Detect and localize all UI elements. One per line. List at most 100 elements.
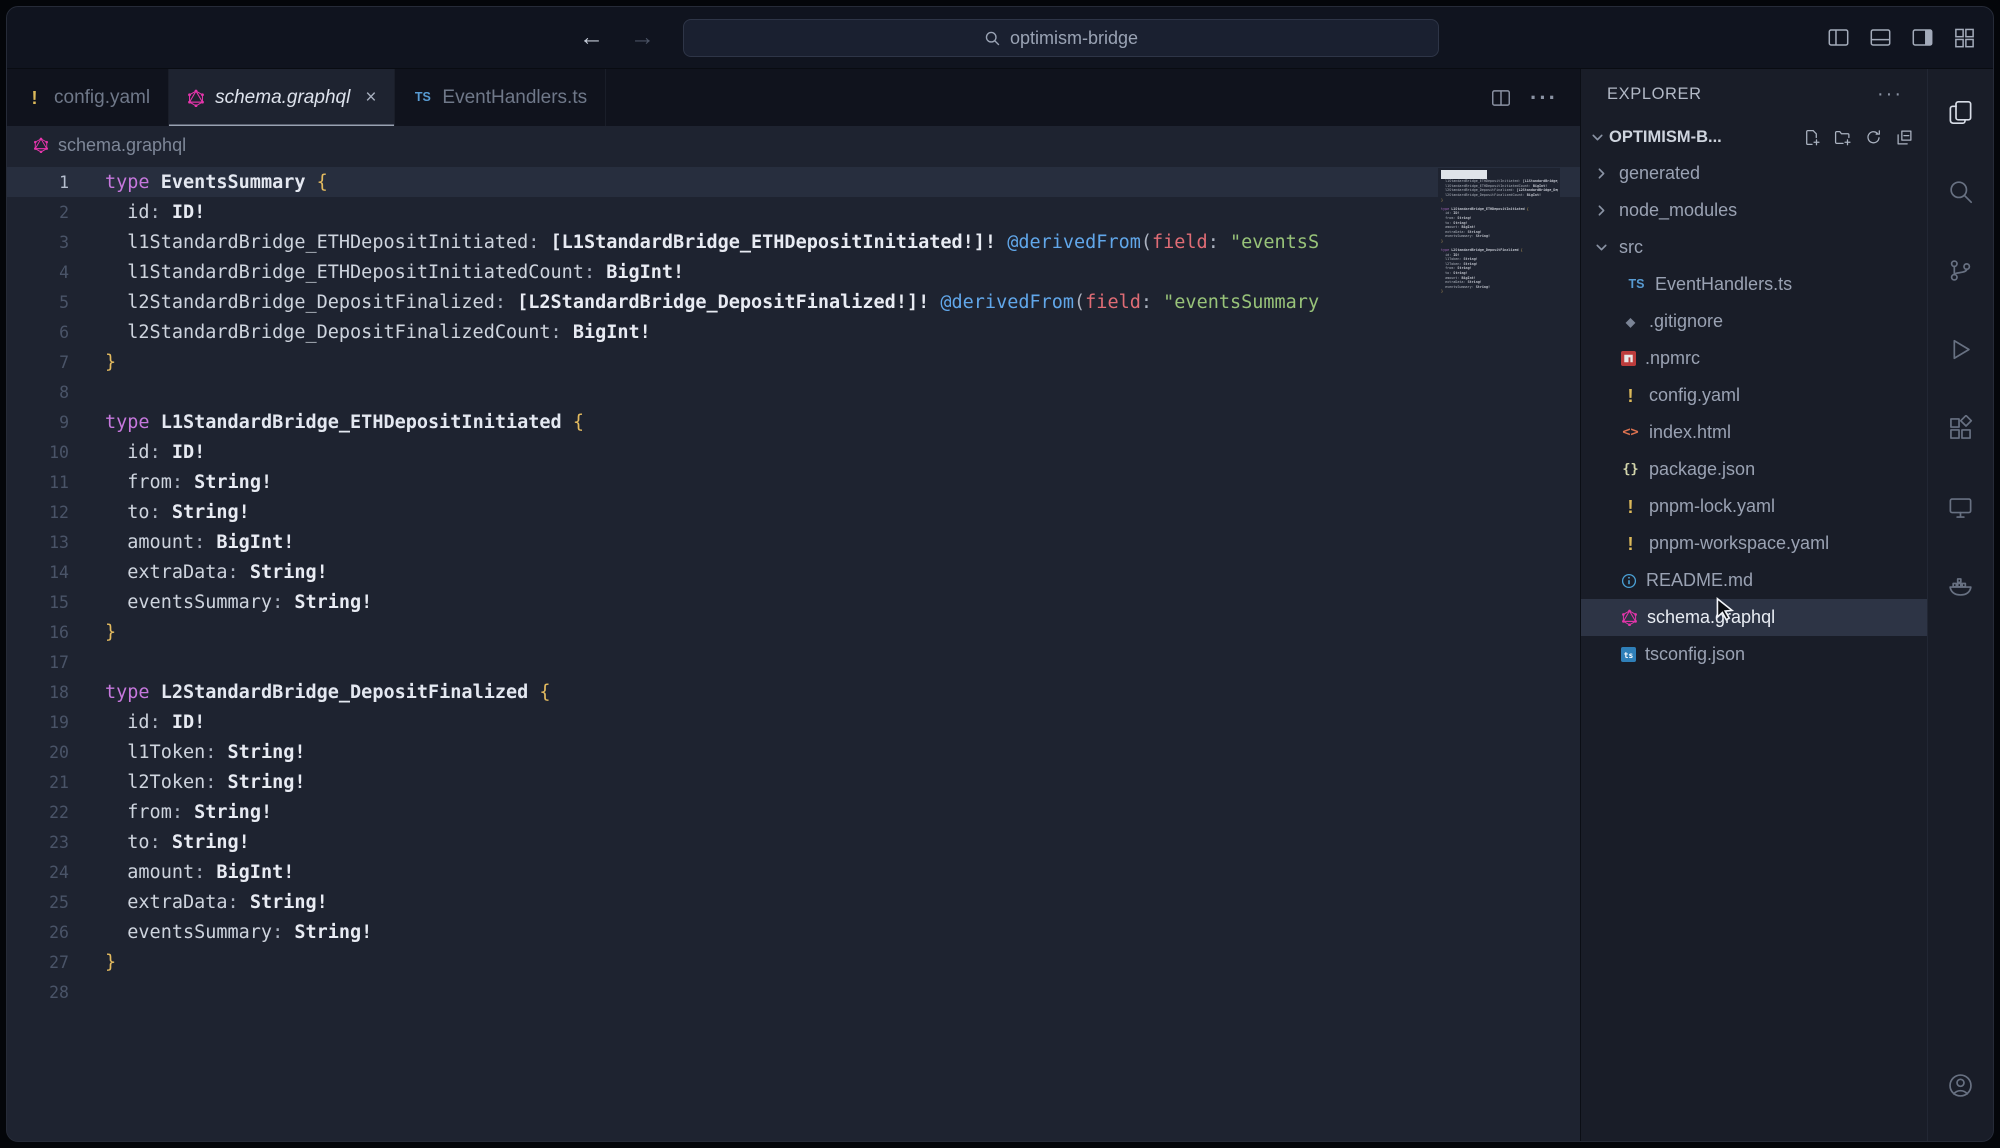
explorer-item-node_modules[interactable]: node_modules <box>1581 192 1927 229</box>
code-editor[interactable]: 1type EventsSummary {2 id: ID!3 l1Standa… <box>7 164 1580 1141</box>
explorer-item-.npmrc[interactable]: .npmrc <box>1581 340 1927 377</box>
code-line-16[interactable]: 16} <box>7 617 1580 647</box>
explorer-item-schema.graphql[interactable]: schema.graphql <box>1581 599 1927 636</box>
code-line-23[interactable]: 23 to: String! <box>7 827 1580 857</box>
code-line-24[interactable]: 24 amount: BigInt! <box>7 857 1580 887</box>
explorer-icon[interactable] <box>1928 73 1993 152</box>
remote-explorer-icon[interactable] <box>1928 468 1993 547</box>
tab-config.yaml[interactable]: !config.yaml <box>7 69 169 126</box>
code-line-9[interactable]: 9type L1StandardBridge_ETHDepositInitiat… <box>7 407 1580 437</box>
explorer-item-tsconfig.json[interactable]: ts tsconfig.json <box>1581 636 1927 673</box>
code-line-17[interactable]: 17 <box>7 647 1580 677</box>
code-line-8[interactable]: 8 <box>7 377 1580 407</box>
minimap[interactable]: type EventsSummary { id: ID! l1StandardB… <box>1438 168 1560 305</box>
new-file-icon[interactable] <box>1803 129 1820 146</box>
code-line-4[interactable]: 4 l1StandardBridge_ETHDepositInitiatedCo… <box>7 257 1580 287</box>
search-icon <box>984 30 1001 47</box>
explorer-title: EXPLORER <box>1607 85 1702 104</box>
explorer-item-label: src <box>1619 237 1643 258</box>
collapse-all-icon[interactable] <box>1896 129 1913 146</box>
layout-panel-icon[interactable] <box>1867 25 1893 51</box>
code-line-5[interactable]: 5 l2StandardBridge_DepositFinalized: [L2… <box>7 287 1580 317</box>
explorer-item-src[interactable]: src <box>1581 229 1927 266</box>
nav-forward-button[interactable]: → <box>630 25 655 50</box>
code-line-26[interactable]: 26 eventsSummary: String! <box>7 917 1580 947</box>
vscode-window: ← → optimism-bridge !config.yamlschema.g… <box>6 6 1994 1142</box>
search-icon[interactable] <box>1928 152 1993 231</box>
line-text: l1Token: String! <box>105 742 1580 763</box>
docker-icon[interactable] <box>1928 547 1993 626</box>
code-line-21[interactable]: 21 l2Token: String! <box>7 767 1580 797</box>
line-text: id: ID! <box>105 202 1580 223</box>
warning-icon: ! <box>1621 387 1640 405</box>
explorer-item-label: config.yaml <box>1649 385 1740 406</box>
code-line-7[interactable]: 7} <box>7 347 1580 377</box>
breadcrumb[interactable]: schema.graphql <box>7 126 1580 164</box>
explorer-item-config.yaml[interactable]: ! config.yaml <box>1581 377 1927 414</box>
code-line-18[interactable]: 18type L2StandardBridge_DepositFinalized… <box>7 677 1580 707</box>
info-icon <box>1621 573 1637 589</box>
explorer-item-.gitignore[interactable]: ◆.gitignore <box>1581 303 1927 340</box>
search-text: optimism-bridge <box>1010 28 1138 49</box>
code-line-14[interactable]: 14 extraData: String! <box>7 557 1580 587</box>
code-line-11[interactable]: 11 from: String! <box>7 467 1580 497</box>
code-line-19[interactable]: 19 id: ID! <box>7 707 1580 737</box>
explorer-item-label: tsconfig.json <box>1645 644 1745 665</box>
explorer-item-README.md[interactable]: README.md <box>1581 562 1927 599</box>
command-center-search[interactable]: optimism-bridge <box>683 19 1439 57</box>
warning-icon: ! <box>25 89 44 107</box>
code-line-12[interactable]: 12 to: String! <box>7 497 1580 527</box>
line-text: id: ID! <box>105 442 1580 463</box>
explorer-item-pnpm-workspace.yaml[interactable]: !pnpm-workspace.yaml <box>1581 525 1927 562</box>
more-icon[interactable]: ··· <box>1530 87 1558 109</box>
line-number: 26 <box>7 923 69 942</box>
close-tab-icon[interactable]: × <box>365 87 376 109</box>
explorer-item-index.html[interactable]: <>index.html <box>1581 414 1927 451</box>
code-line-1[interactable]: 1type EventsSummary { <box>7 167 1580 197</box>
run-debug-icon[interactable] <box>1928 310 1993 389</box>
explorer-item-EventHandlers.ts[interactable]: TSEventHandlers.ts <box>1581 266 1927 303</box>
nav-back-button[interactable]: ← <box>579 25 604 50</box>
svg-text:ts: ts <box>1624 651 1634 660</box>
refresh-icon[interactable] <box>1865 129 1882 146</box>
tab-schema.graphql[interactable]: schema.graphql× <box>169 69 395 126</box>
tabs: !config.yamlschema.graphql×TSEventHandle… <box>7 69 606 126</box>
line-number: 1 <box>7 173 69 192</box>
layout-sidebar-left-icon[interactable] <box>1825 25 1851 51</box>
explorer-header: EXPLORER ··· <box>1581 69 1927 119</box>
explorer-item-pnpm-lock.yaml[interactable]: !pnpm-lock.yaml <box>1581 488 1927 525</box>
line-text: from: String! <box>105 802 1580 823</box>
line-number: 12 <box>7 503 69 522</box>
explorer-item-generated[interactable]: generated <box>1581 155 1927 192</box>
line-number: 17 <box>7 653 69 672</box>
layout-customize-icon[interactable] <box>1951 25 1977 51</box>
line-text: extraData: String! <box>105 562 1580 583</box>
line-text: l1StandardBridge_ETHDepositInitiated: [L… <box>105 232 1580 253</box>
code-line-22[interactable]: 22 from: String! <box>7 797 1580 827</box>
code-line-27[interactable]: 27} <box>7 947 1580 977</box>
line-number: 4 <box>7 263 69 282</box>
explorer-more-icon[interactable]: ··· <box>1877 84 1903 104</box>
tab-EventHandlers.ts[interactable]: TSEventHandlers.ts <box>395 69 606 126</box>
code-line-13[interactable]: 13 amount: BigInt! <box>7 527 1580 557</box>
layout-sidebar-right-icon[interactable] <box>1909 25 1935 51</box>
line-text: type L1StandardBridge_ETHDepositInitiate… <box>105 412 1580 433</box>
source-control-icon[interactable] <box>1928 231 1993 310</box>
git-icon: ◆ <box>1621 316 1640 328</box>
code-line-15[interactable]: 15 eventsSummary: String! <box>7 587 1580 617</box>
code-line-25[interactable]: 25 extraData: String! <box>7 887 1580 917</box>
split-editor-icon[interactable] <box>1490 87 1512 109</box>
account-icon[interactable] <box>1928 1046 1993 1125</box>
code-line-2[interactable]: 2 id: ID! <box>7 197 1580 227</box>
code-line-3[interactable]: 3 l1StandardBridge_ETHDepositInitiated: … <box>7 227 1580 257</box>
code-line-20[interactable]: 20 l1Token: String! <box>7 737 1580 767</box>
new-folder-icon[interactable] <box>1834 129 1851 146</box>
code-line-28[interactable]: 28 <box>7 977 1580 1007</box>
line-number: 14 <box>7 563 69 582</box>
explorer-item-package.json[interactable]: {}package.json <box>1581 451 1927 488</box>
explorer-item-label: EventHandlers.ts <box>1655 274 1792 295</box>
code-line-6[interactable]: 6 l2StandardBridge_DepositFinalizedCount… <box>7 317 1580 347</box>
code-line-10[interactable]: 10 id: ID! <box>7 437 1580 467</box>
explorer-project-row[interactable]: OPTIMISM-B... <box>1581 119 1927 155</box>
extensions-icon[interactable] <box>1928 389 1993 468</box>
